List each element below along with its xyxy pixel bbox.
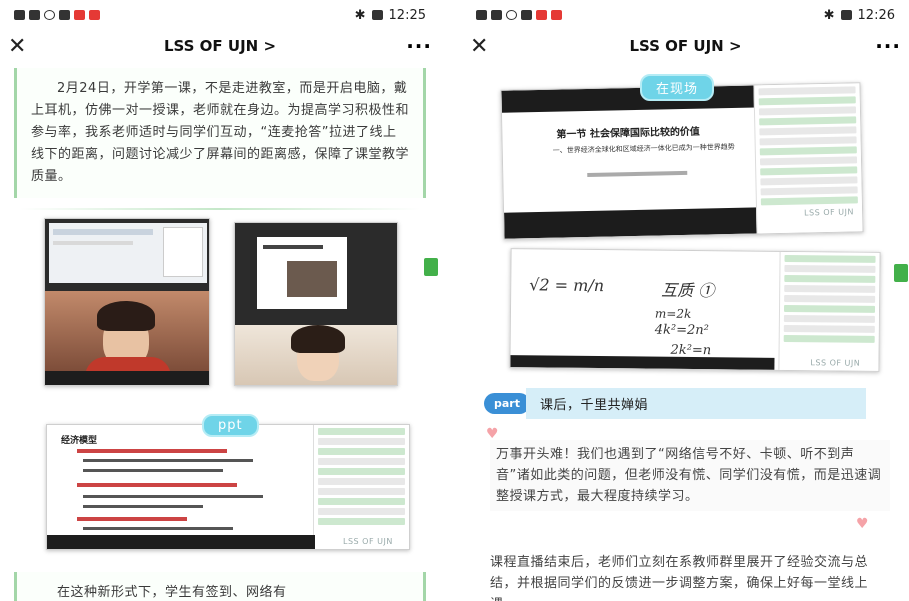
hd-icon bbox=[14, 10, 25, 20]
scene-tag: 在现场 bbox=[640, 74, 715, 101]
handwriting: 互质 ① bbox=[661, 280, 715, 301]
ppt-tag: ppt bbox=[202, 414, 259, 437]
battery-icon bbox=[840, 10, 852, 20]
notification-icon bbox=[521, 10, 532, 20]
slide-thumbnail bbox=[257, 237, 347, 309]
slide-title: 第一节 社会保障国际比较的价值 bbox=[556, 126, 700, 141]
status-time: 12:25 bbox=[388, 7, 426, 23]
battery-icon bbox=[371, 10, 383, 20]
teacher-video bbox=[235, 325, 397, 385]
scroll-handle[interactable] bbox=[424, 258, 438, 276]
notification-icon bbox=[59, 10, 70, 20]
left-phone-screen: ✱ 12:25 ✕ LSS OF UJN > ··· 2月24日，开学第一课，不… bbox=[0, 0, 440, 601]
wifi-icon bbox=[506, 10, 517, 20]
bluetooth-icon: ✱ bbox=[354, 7, 366, 23]
app-notification-icon bbox=[551, 10, 562, 20]
handwriting: √2 = m/n bbox=[529, 275, 605, 296]
handwriting: m=2k bbox=[654, 306, 692, 321]
nav-bar: ✕ LSS OF UJN > ··· bbox=[462, 30, 909, 62]
app-notification-icon bbox=[89, 10, 100, 20]
more-icon[interactable]: ··· bbox=[871, 34, 901, 58]
close-icon[interactable]: ✕ bbox=[8, 34, 38, 59]
call-toolbar[interactable] bbox=[47, 535, 315, 549]
signal-icon bbox=[29, 10, 40, 20]
slide-title: 经济模型 bbox=[61, 436, 98, 446]
right-phone-screen: ✱ 12:26 ✕ LSS OF UJN > ··· 第一节 社会保障国际比较的… bbox=[462, 0, 909, 601]
participant-list[interactable] bbox=[313, 425, 409, 549]
status-bar: ✱ 12:26 bbox=[462, 0, 909, 30]
section-header: part 课后，千里共婵娟 bbox=[484, 388, 866, 419]
watermark: LSS OF UJN bbox=[810, 358, 861, 368]
article-paragraph: 2月24日，开学第一课，不是走进教室，而是开启电脑，戴上耳机，仿佛一对一授课，老… bbox=[14, 68, 426, 198]
scroll-handle[interactable] bbox=[894, 264, 908, 282]
part-badge: part bbox=[484, 393, 530, 414]
article-paragraph: 在这种新形式下，学生有签到、网络有 bbox=[14, 572, 426, 601]
bluetooth-icon: ✱ bbox=[823, 7, 835, 23]
ppt-screenshot: 经济模型 LSS OF UJN bbox=[46, 424, 410, 550]
close-icon[interactable]: ✕ bbox=[470, 34, 500, 59]
whiteboard-screenshot: √2 = m/n 互质 ① m=2k 4k²=2n² 2k²=n LSS OF … bbox=[509, 248, 881, 372]
more-icon[interactable]: ··· bbox=[402, 34, 432, 58]
video-call-screenshot bbox=[234, 222, 398, 386]
hd-icon bbox=[476, 10, 487, 20]
page-title[interactable]: LSS OF UJN > bbox=[629, 37, 741, 55]
wifi-icon bbox=[44, 10, 55, 20]
watermark: LSS OF UJN bbox=[804, 207, 854, 218]
participant-list[interactable] bbox=[778, 251, 880, 371]
article-paragraph: 万事开头难！我们也遇到了“网络信号不好、卡顿、听不到声音”诸如此类的问题，但老师… bbox=[490, 440, 890, 511]
app-notification-icon bbox=[536, 10, 547, 20]
status-bar: ✱ 12:25 bbox=[0, 0, 440, 30]
teacher-video bbox=[45, 291, 209, 377]
heart-icon: ♥ bbox=[856, 516, 869, 532]
shared-screen-thumbnail bbox=[49, 223, 207, 283]
status-time: 12:26 bbox=[857, 7, 895, 23]
section-title: 课后，千里共婵娟 bbox=[525, 388, 866, 419]
app-notification-icon bbox=[74, 10, 85, 20]
article-paragraph: 课程直播结束后，老师们立刻在系教师群里展开了经验交流与总结，并根据同学们的反馈进… bbox=[490, 555, 869, 601]
video-call-screenshot bbox=[44, 218, 210, 386]
divider bbox=[20, 208, 420, 210]
handwriting: 4k²=2n² bbox=[654, 322, 709, 339]
signal-icon bbox=[491, 10, 502, 20]
watermark: LSS OF UJN bbox=[343, 537, 393, 546]
lecture-screenshot: 第一节 社会保障国际比较的价值 一、世界经济全球化和区域经济一体化已成为一种世界… bbox=[500, 82, 864, 240]
nav-bar: ✕ LSS OF UJN > ··· bbox=[0, 30, 440, 62]
call-toolbar[interactable] bbox=[45, 371, 209, 385]
slide-subtitle: 一、世界经济全球化和区域经济一体化已成为一种世界趋势 bbox=[552, 142, 735, 155]
page-title[interactable]: LSS OF UJN > bbox=[164, 37, 276, 55]
